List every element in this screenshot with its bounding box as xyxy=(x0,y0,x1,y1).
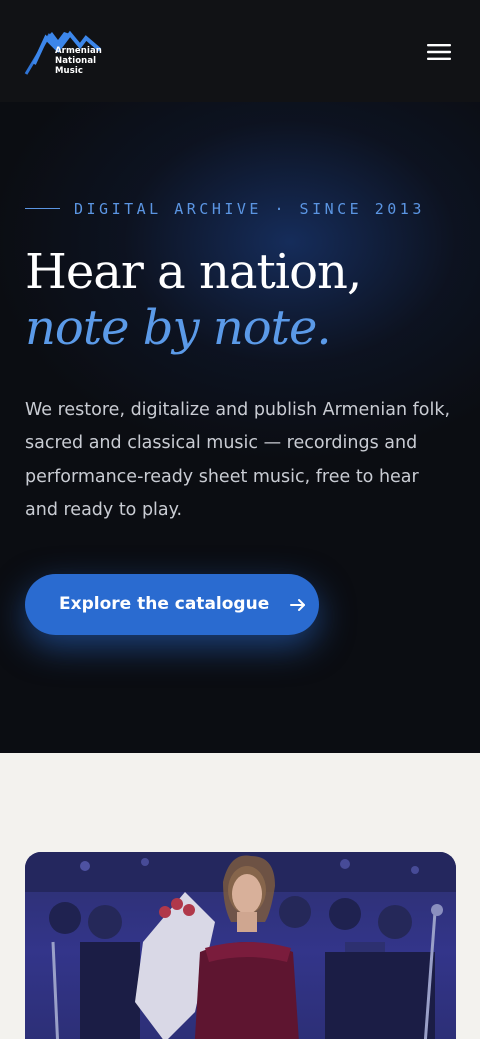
logo-line-2: National xyxy=(55,56,97,66)
site-header: Armenian National Music xyxy=(0,0,480,102)
hero-intro: We restore, digitalize and publish Armen… xyxy=(25,400,451,520)
logo-line-1: Armenian xyxy=(55,46,102,56)
eyebrow-divider xyxy=(25,208,60,209)
page: Armenian National Music DIGITAL ARCHIVE … xyxy=(0,0,480,1039)
headline-line-1: Hear a nation, xyxy=(25,244,362,300)
cta-label: Explore the catalogue xyxy=(59,594,270,614)
hero-headline: Hear a nation, note by note. xyxy=(25,244,465,356)
featured-photo xyxy=(25,852,456,1039)
explore-catalogue-button[interactable]: Explore the catalogue xyxy=(25,574,319,635)
menu-button[interactable] xyxy=(422,37,458,67)
logo-line-3: Music xyxy=(55,66,84,76)
featured-section xyxy=(0,753,480,1039)
eyebrow: DIGITAL ARCHIVE · SINCE 2013 xyxy=(25,198,465,220)
arrow-right-icon xyxy=(290,599,305,611)
eyebrow-text: DIGITAL ARCHIVE · SINCE 2013 xyxy=(74,200,425,218)
headline-line-2: note by note. xyxy=(25,300,332,356)
concert-photo-image xyxy=(25,852,456,1039)
logo-wordmark: Armenian National Music xyxy=(55,46,102,76)
hamburger-menu-icon xyxy=(427,44,451,60)
site-logo[interactable]: Armenian National Music xyxy=(24,26,108,78)
hero-section: DIGITAL ARCHIVE · SINCE 2013 Hear a nati… xyxy=(0,102,480,753)
